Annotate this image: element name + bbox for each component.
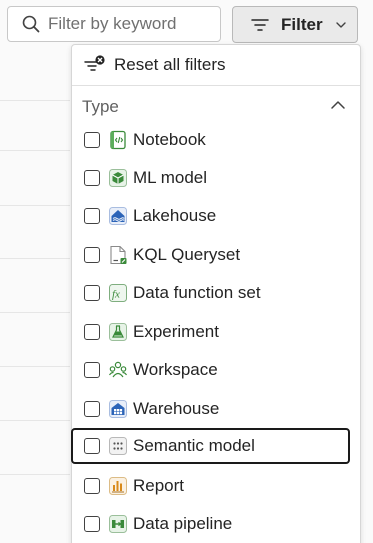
background-divider [0,205,70,206]
type-option-label: KQL Queryset [133,245,241,264]
type-option-data-function-set[interactable]: fx Data function set [72,275,350,311]
type-option-experiment[interactable]: Experiment [72,314,350,350]
background-divider [0,312,70,313]
type-option-report[interactable]: Report [72,468,350,504]
chevron-up-icon [331,101,345,109]
type-option-data-pipeline[interactable]: Data pipeline [72,506,350,542]
checkbox[interactable] [84,401,100,417]
type-option-workspace[interactable]: Workspace [72,352,350,388]
background-divider [0,420,70,421]
checkbox[interactable] [84,170,100,186]
search-input[interactable] [48,14,208,34]
data-pipeline-icon [109,515,127,533]
type-section-title: Type [82,97,119,116]
type-option-label: Workspace [133,360,218,379]
notebook-icon [110,130,126,150]
clear-filter-icon [84,55,105,71]
type-option-warehouse[interactable]: Warehouse [72,391,350,427]
workspace-icon [108,361,128,378]
svg-text:fx: fx [112,289,120,301]
filter-icon [251,18,269,31]
type-option-label: Notebook [133,130,206,149]
type-option-label: Experiment [133,322,219,341]
divider [72,85,360,86]
type-option-label: Data pipeline [133,514,233,533]
type-option-label: ML model [133,168,208,187]
search-box[interactable] [7,6,221,42]
filter-button[interactable]: Filter [232,6,358,43]
checkbox[interactable] [84,208,100,224]
type-option-label: Data function set [133,283,261,302]
type-option-label: Lakehouse [133,206,217,225]
checkbox[interactable] [84,516,100,532]
background-divider [0,474,70,475]
page: Filter Reset all filters Type [0,0,373,543]
data-function-icon: fx [109,284,127,302]
background-divider [0,366,70,367]
checkbox[interactable] [84,362,100,378]
type-option-semantic-model[interactable]: Semantic model [71,428,350,464]
lakehouse-icon [109,207,127,225]
type-option-lakehouse[interactable]: Lakehouse [72,198,350,234]
filter-button-label: Filter [281,14,323,34]
experiment-icon [109,323,127,341]
type-option-notebook[interactable]: Notebook [72,122,350,158]
type-option-label: Semantic model [133,436,255,455]
semantic-model-icon [109,437,127,455]
type-option-label: Report [133,476,185,495]
checkbox[interactable] [84,438,100,454]
checkbox[interactable] [84,324,100,340]
checkbox[interactable] [84,285,100,301]
type-section-header[interactable]: Type [72,89,360,125]
background-divider [0,150,70,151]
kql-queryset-icon [110,245,127,265]
search-icon [22,15,40,33]
background-divider [0,100,70,101]
report-icon [109,477,127,495]
type-option-ml-model[interactable]: ML model [72,160,350,196]
background-divider [0,258,70,259]
type-option-label: Warehouse [133,399,220,418]
reset-filters-label: Reset all filters [114,55,226,74]
checkbox[interactable] [84,132,100,148]
type-option-kql-queryset[interactable]: KQL Queryset [72,237,350,273]
checkbox[interactable] [84,478,100,494]
ml-model-icon [109,169,127,187]
checkbox[interactable] [84,247,100,263]
filter-dropdown: Reset all filters Type Notebook ML model… [71,44,361,543]
chevron-down-icon [335,21,346,28]
reset-filters-button[interactable]: Reset all filters [72,45,360,85]
warehouse-icon [109,400,127,418]
